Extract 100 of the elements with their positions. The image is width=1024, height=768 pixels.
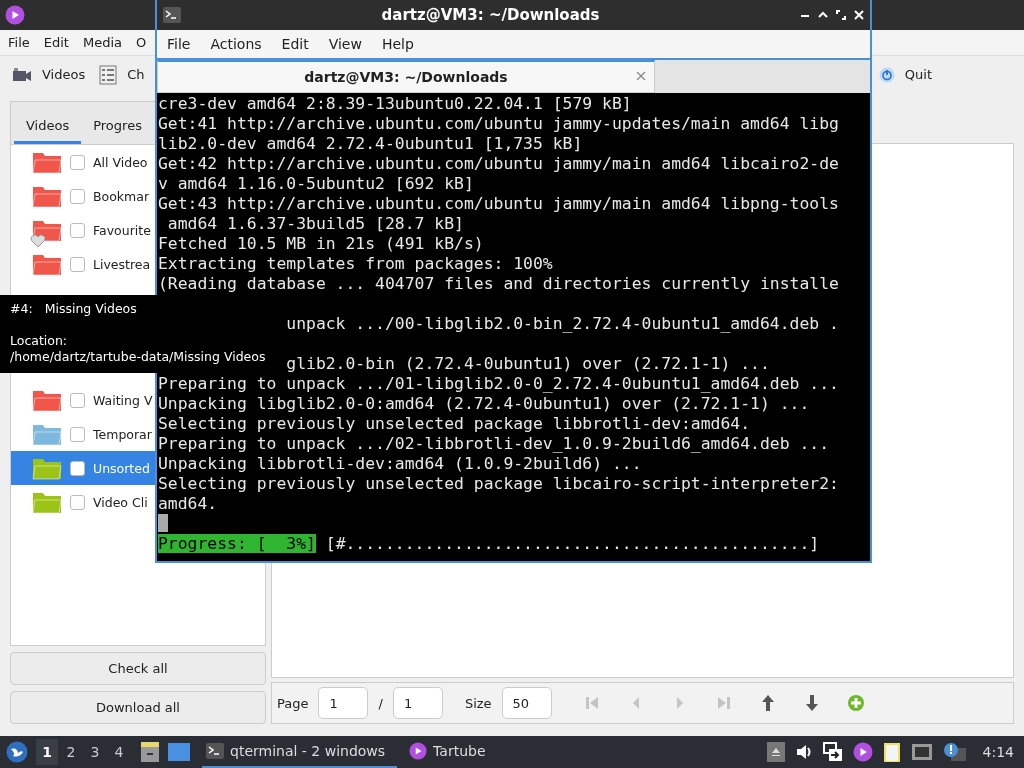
menu-item[interactable]: O: [136, 35, 147, 50]
terminal-line: Get:43 http://archive.ubuntu.com/ubuntu jammy/main amd64 libpng-tools: [158, 194, 840, 214]
terminal-line: cre3-dev amd64 2:8.39-13ubuntu0.22.04.1 [579 kB]: [158, 94, 633, 114]
folder-row[interactable]: Livestrea: [11, 247, 155, 281]
total-pages-field[interactable]: 1: [392, 687, 443, 719]
terminal-line: Selecting previously unselected package libcairo-script-interpreter2:: [158, 474, 840, 494]
page-label: Page: [277, 695, 309, 711]
start-menu-icon[interactable]: [6, 741, 28, 763]
checkbox[interactable]: [70, 256, 85, 272]
terminal-line: Extracting templates from packages: 100%: [158, 254, 554, 274]
menu-item[interactable]: File: [8, 35, 30, 50]
toolbar-label[interactable]: Ch: [127, 67, 145, 82]
terminal-line: amd64 1.6.37-3build5 [28.7 kB]: [166, 214, 465, 234]
progress-label: Progress: [ 3%]: [158, 534, 316, 553]
caret-up-icon[interactable]: [818, 10, 828, 20]
taskbar-button[interactable]: qterminal - 2 windows: [202, 736, 398, 768]
checkbox[interactable]: [70, 154, 85, 170]
terminal-line: lib2.0-dev amd64 2.72.4-0ubuntu1 [1,735 kB]: [158, 134, 584, 154]
window-title: dartz@VM3: ~/Downloads: [380, 6, 601, 24]
menu-item[interactable]: Edit: [43, 35, 69, 50]
tartube-icon: [409, 742, 428, 760]
folder-row[interactable]: Unsorted: [11, 451, 155, 485]
video-camera-icon[interactable]: [12, 66, 32, 83]
folder-row[interactable]: Favourite: [11, 213, 155, 247]
folder-label: Unsorted: [93, 460, 150, 476]
eject-icon[interactable]: [766, 742, 785, 762]
file-cabinet-icon[interactable]: [140, 741, 160, 763]
menu-item[interactable]: Edit: [281, 36, 309, 52]
tab[interactable]: Progres: [81, 110, 142, 144]
checkbox[interactable]: [70, 426, 85, 442]
clipboard-icon[interactable]: [882, 741, 901, 763]
folder-row[interactable]: Bookmar: [11, 179, 155, 213]
folder-row[interactable]: Video Cli: [11, 485, 155, 519]
workspace-button[interactable]: 2: [60, 739, 82, 765]
close-icon[interactable]: [854, 10, 864, 20]
workspace-button[interactable]: 4: [108, 739, 130, 765]
folder-row[interactable]: Temporar: [11, 417, 155, 451]
volume-icon[interactable]: [794, 743, 813, 761]
tooltip-path: /home/dartz/tartube-data/Missing Videos: [10, 349, 267, 365]
checkbox[interactable]: [70, 494, 85, 510]
terminal-line: Unpacking libglib2.0-0:amd64 (2.72.4-0ubuntu1) over (2.72.1-1) ...: [158, 394, 811, 414]
folder-label: Bookmar: [93, 188, 150, 204]
folder-row[interactable]: Waiting V: [11, 383, 155, 417]
page-field[interactable]: 1: [318, 687, 369, 719]
checkbox[interactable]: [70, 188, 85, 204]
tartube-tray-icon[interactable]: [852, 742, 873, 762]
checkbox[interactable]: [70, 392, 85, 408]
page-separator: /: [378, 695, 383, 711]
menu-item[interactable]: Media: [82, 35, 122, 50]
folder-row[interactable]: All Video: [11, 145, 155, 179]
app-logo: [5, 5, 25, 25]
folder-label: Temporar: [93, 426, 152, 442]
taskbar-button[interactable]: Tartube: [405, 736, 498, 768]
terminal-line: Unpacking libbrotli-dev:amd64 (1.0.9-2build6) ...: [158, 454, 643, 474]
power-icon[interactable]: [878, 66, 895, 83]
terminal-line: amd64.: [158, 494, 219, 514]
checkbox[interactable]: [70, 222, 85, 238]
terminal-line: v amd64 1.16.0-5ubuntu2 [692 kB]: [158, 174, 475, 194]
maximize-icon[interactable]: [836, 10, 846, 20]
terminal-icon: [163, 7, 181, 23]
menu-item[interactable]: View: [328, 36, 362, 52]
heart-icon: [30, 234, 46, 248]
folder-label: Waiting V: [93, 392, 153, 408]
tooltip-location-label: Location:: [10, 333, 69, 349]
terminal-line: Preparing to unpack .../02-libbrotli-dev_1.0.9-2build6_amd64.deb ...: [158, 434, 831, 454]
terminal-line: Get:41 http://archive.ubuntu.com/ubuntu jammy-updates/main amd64 libg: [158, 114, 840, 134]
page-size-field[interactable]: 50: [501, 687, 552, 719]
terminal-line: glib2.0-bin (2.72.4-0ubuntu1) over (2.72.1-1) ...: [286, 354, 770, 373]
close-tab-icon[interactable]: [636, 71, 646, 81]
workspace-button[interactable]: 3: [84, 739, 106, 765]
terminal-line: unpack .../00-libglib2.0-bin_2.72.4-0ubuntu1_amd64.deb .: [286, 314, 839, 333]
screen-share-icon[interactable]: [822, 742, 843, 762]
cursor: [158, 514, 168, 532]
menu-item[interactable]: File: [167, 36, 191, 52]
action-button[interactable]: Check all: [10, 652, 266, 685]
menu-item[interactable]: Actions: [210, 36, 262, 52]
folder-label: Favourite: [93, 222, 151, 238]
terminal-line: Fetched 10.5 MB in 21s (491 kB/s): [158, 234, 485, 254]
quit-label[interactable]: Quit: [904, 67, 932, 82]
terminal-line: Preparing to unpack .../01-libglib2.0-0_2.72.4-0ubuntu1_amd64.deb ...: [158, 374, 840, 394]
clock: 4:14: [982, 744, 1014, 760]
add-icon[interactable]: [845, 693, 866, 713]
progress-bar-text: [#...............................................]: [324, 534, 820, 553]
network-icon[interactable]: [910, 743, 933, 761]
folder-label: All Video: [93, 154, 148, 170]
checkbox[interactable]: [70, 460, 85, 476]
terminal-icon: [206, 743, 224, 759]
size-label: Size: [464, 695, 492, 711]
list-icon[interactable]: [99, 64, 118, 85]
workspace-button[interactable]: 1: [36, 739, 58, 765]
terminal-line: Get:42 http://archive.ubuntu.com/ubuntu jammy/main amd64 libcairo2-de: [158, 154, 840, 174]
toolbar-label[interactable]: Videos: [42, 67, 86, 82]
tooltip-number: #4:: [10, 301, 33, 317]
terminal-line: (Reading database ... 404707 files and directories currently installe: [158, 274, 840, 294]
folder-label: Video Cli: [93, 494, 148, 510]
menu-item[interactable]: Help: [381, 36, 414, 52]
notification-icon[interactable]: [942, 742, 967, 762]
terminal-tab[interactable]: dartz@VM3: ~/Downloads: [157, 60, 655, 93]
action-button[interactable]: Download all: [10, 691, 266, 724]
tooltip-title: Missing Videos: [44, 301, 137, 317]
